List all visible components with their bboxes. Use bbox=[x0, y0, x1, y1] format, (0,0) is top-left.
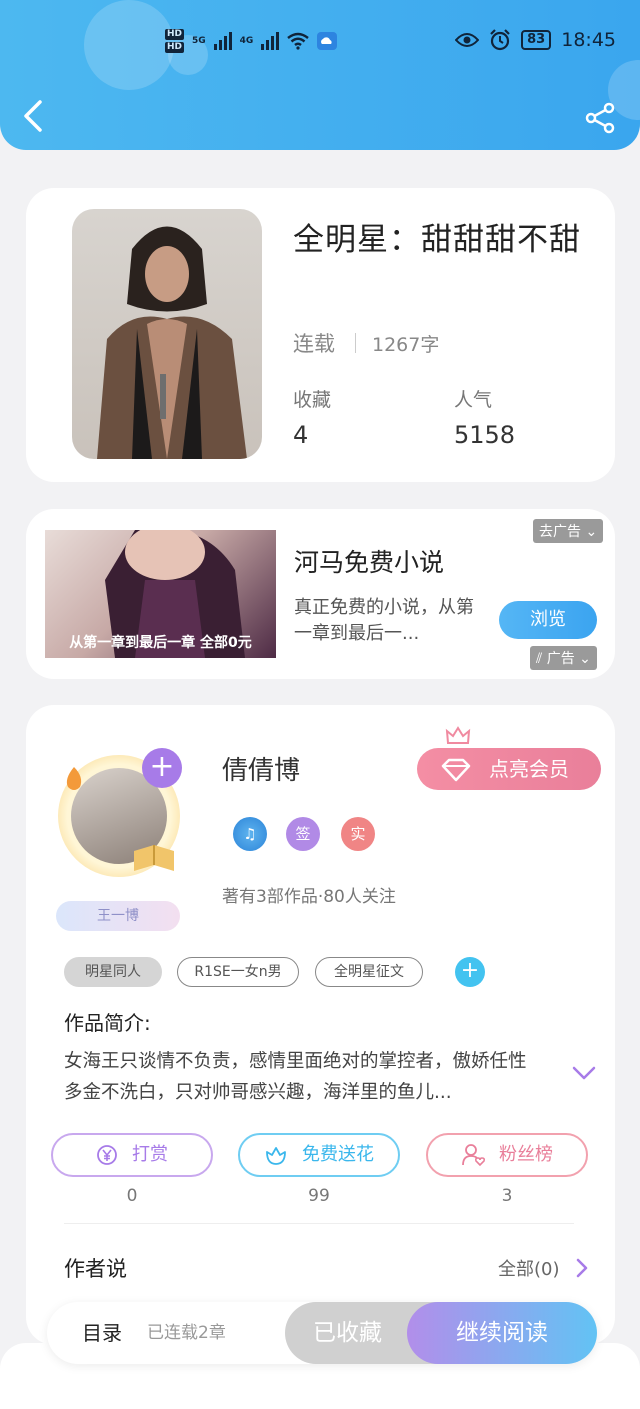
intro-text: 女海王只谈情不负责，感情里面绝对的掌控者，傲娇任性多金不洗白，只对帅哥感兴趣，海… bbox=[64, 1051, 527, 1103]
free-flower-button[interactable]: 免费送花 bbox=[238, 1133, 400, 1177]
music-badge-icon[interactable]: ♫ bbox=[233, 817, 267, 851]
expand-chevron-icon[interactable] bbox=[572, 1065, 596, 1081]
yen-icon bbox=[97, 1145, 117, 1165]
crown-icon bbox=[445, 726, 471, 744]
back-arrow-icon[interactable] bbox=[20, 98, 48, 134]
book-word-count: 1267字 bbox=[372, 333, 440, 356]
ad-browse-button[interactable]: 浏览 bbox=[499, 601, 597, 639]
book-status: 连载 bbox=[293, 332, 335, 356]
fan-count: 3 bbox=[501, 1186, 513, 1206]
favorites-label: 收藏 bbox=[293, 389, 332, 411]
ad-label[interactable]: ⫽ 广告 ⌄ bbox=[530, 646, 597, 670]
ad-image[interactable]: 从第一章到最后一章 全部0元 bbox=[45, 530, 276, 658]
toc-button[interactable]: 目录 bbox=[82, 1302, 122, 1364]
author-says-heading: 作者说 bbox=[64, 1257, 127, 1281]
follow-plus-button[interactable]: + bbox=[142, 748, 182, 788]
serial-status: 已连载2章 bbox=[147, 1323, 226, 1343]
author-name[interactable]: 倩倩博 bbox=[222, 750, 300, 787]
alarm-icon bbox=[490, 29, 510, 51]
signed-badge[interactable]: 签 bbox=[286, 817, 320, 851]
hd-indicator: HD HD bbox=[165, 29, 185, 53]
section-divider bbox=[64, 1223, 574, 1224]
book-icon bbox=[134, 845, 174, 871]
book-title: 全明星：甜甜甜不甜 bbox=[293, 222, 581, 258]
author-says-all-link[interactable]: 全部(0) bbox=[498, 1255, 560, 1281]
popularity-label: 人气 bbox=[454, 389, 493, 411]
bottom-action-bar: 目录 已连载2章 已收藏 继续阅读 bbox=[47, 1302, 597, 1364]
top-header: HD HD 5G 4G 83 18:45 bbox=[0, 0, 640, 150]
cloud-icon bbox=[317, 32, 338, 50]
tag-chip[interactable]: 全明星征文 bbox=[315, 957, 423, 987]
tag-chip[interactable]: R1SE一女n男 bbox=[177, 957, 299, 987]
status-bar: HD HD 5G 4G 83 18:45 bbox=[0, 25, 640, 65]
add-tag-button[interactable]: + bbox=[455, 957, 485, 987]
flower-icon bbox=[266, 1147, 286, 1165]
author-card: + 王一博 倩倩博 点亮会员 ♫ 签 实 著有3部作品·80人关注 明星同人 R… bbox=[26, 705, 615, 1345]
favorites-value: 4 bbox=[293, 421, 309, 449]
wifi-icon bbox=[287, 32, 310, 50]
fan-ranking-button[interactable]: 粉丝榜 bbox=[426, 1133, 588, 1177]
diamond-icon bbox=[441, 758, 471, 782]
fan-badge: 王一博 bbox=[56, 901, 180, 931]
chevron-right-icon[interactable] bbox=[575, 1258, 589, 1278]
flower-count: 99 bbox=[308, 1186, 330, 1206]
continue-reading-button[interactable]: 继续阅读 bbox=[407, 1302, 597, 1364]
tip-count: 0 bbox=[126, 1186, 138, 1206]
popularity-value: 5158 bbox=[454, 421, 516, 449]
flame-icon bbox=[66, 767, 82, 790]
clock-time: 18:45 bbox=[561, 29, 616, 51]
book-cover-image[interactable] bbox=[72, 209, 262, 459]
network-4g-label: 4G bbox=[239, 36, 254, 46]
ad-title: 河马免费小说 bbox=[294, 548, 445, 577]
verified-badge[interactable]: 实 bbox=[341, 817, 375, 851]
meta-divider bbox=[355, 333, 356, 353]
remove-ad-button[interactable]: 去广告 ⌄ bbox=[533, 519, 604, 543]
ad-card[interactable]: 从第一章到最后一章 全部0元 河马免费小说 真正免费的小说，从第一章到最后一..… bbox=[26, 509, 615, 679]
intro-heading: 作品简介: bbox=[64, 1011, 151, 1035]
network-5g-label: 5G bbox=[192, 36, 206, 46]
book-meta: 连载 1267字 bbox=[293, 328, 439, 358]
eye-icon bbox=[455, 33, 480, 47]
ad-image-caption: 从第一章到最后一章 全部0元 bbox=[69, 635, 252, 651]
share-icon[interactable] bbox=[584, 102, 616, 134]
battery-indicator: 83 bbox=[521, 30, 552, 50]
ad-description: 真正免费的小说，从第一章到最后一... bbox=[294, 597, 474, 644]
tag-chip[interactable]: 明星同人 bbox=[64, 957, 162, 987]
user-heart-icon bbox=[462, 1144, 486, 1167]
book-info-card: 全明星：甜甜甜不甜 连载 1267字 收藏 4 人气 5158 bbox=[26, 188, 615, 482]
signal-icon bbox=[261, 32, 280, 50]
author-stats: 著有3部作品·80人关注 bbox=[222, 887, 396, 907]
tip-button[interactable]: 打赏 bbox=[51, 1133, 213, 1177]
cover-figure bbox=[97, 226, 247, 459]
signal-icon bbox=[213, 32, 232, 50]
